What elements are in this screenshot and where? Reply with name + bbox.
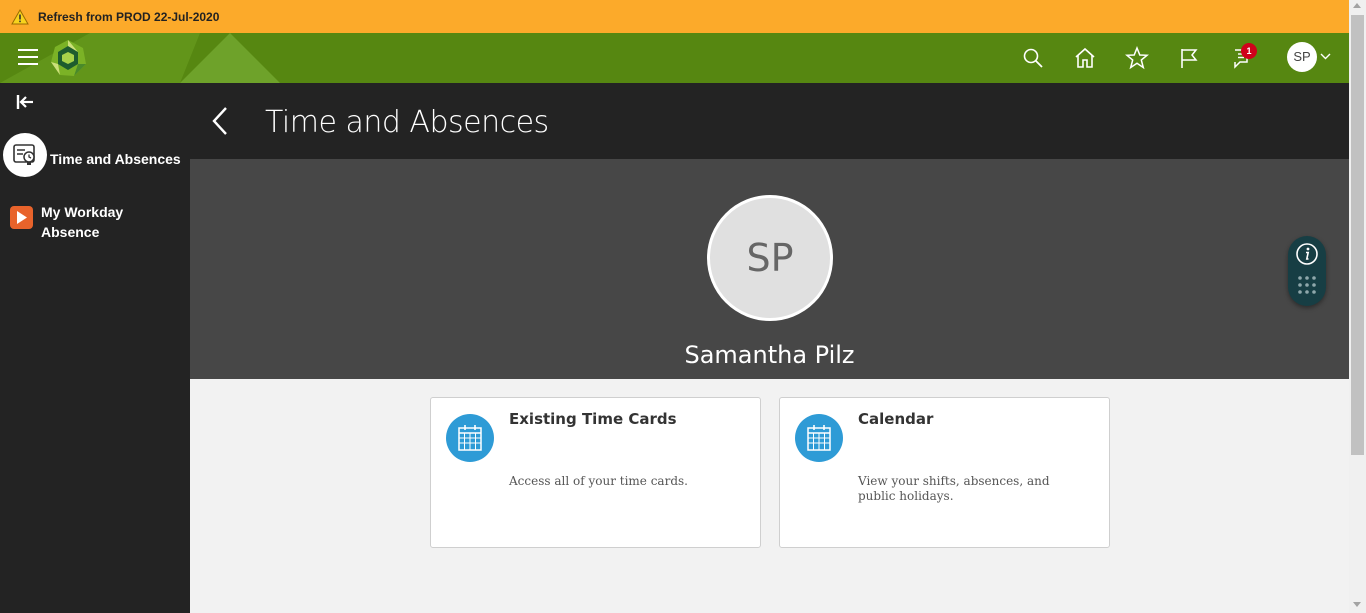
scrollbar-thumb[interactable] [1351,15,1364,455]
time-absences-icon [3,133,47,177]
scroll-down-icon[interactable] [1353,602,1361,607]
home-icon[interactable] [1073,46,1097,70]
card-calendar[interactable]: Calendar View your shifts, absences, and… [779,397,1110,548]
sidebar-item-label: Time and Absences [50,151,181,167]
scrollbar[interactable] [1349,0,1366,613]
profile-avatar: SP [707,195,833,321]
collapse-sidebar-icon[interactable] [15,93,35,111]
card-existing-time-cards[interactable]: Existing Time Cards Access all of your t… [430,397,761,548]
sidebar-item-label: My Workday Absence [41,204,124,240]
profile-name: Samantha Pilz [684,341,855,369]
calendar-icon [446,414,494,462]
help-widget [1288,236,1326,306]
back-icon[interactable] [210,105,230,137]
search-icon[interactable] [1021,46,1045,70]
page-title: Time and Absences [265,105,549,140]
card-title: Calendar [858,410,934,428]
chevron-down-icon[interactable] [1320,52,1331,60]
notification-badge: 1 [1241,43,1257,59]
star-icon[interactable] [1125,46,1149,70]
banner-text: Refresh from PROD 22-Jul-2020 [38,9,220,24]
info-icon[interactable] [1295,242,1319,266]
scroll-up-icon[interactable] [1353,3,1361,8]
sidebar: Time and Absences My Workday Absence [0,83,190,613]
workday-icon [10,206,33,229]
calendar-icon [795,414,843,462]
profile-band: SP Samantha Pilz [190,159,1349,379]
card-description: View your shifts, absences, and public h… [858,474,1050,503]
warning-icon [11,8,29,24]
alert-banner: Refresh from PROD 22-Jul-2020 [0,0,1366,33]
sidebar-item-time-absences[interactable]: Time and Absences [3,133,190,177]
apps-grid-icon[interactable] [1297,275,1317,295]
flag-icon[interactable] [1177,46,1201,70]
card-title: Existing Time Cards [509,410,677,428]
logo-icon[interactable] [48,38,88,78]
menu-icon[interactable] [18,49,38,67]
global-header: 1 SP [0,33,1349,83]
page-header: Time and Absences [190,83,1349,159]
card-description: Access all of your time cards. [509,474,688,488]
user-avatar[interactable]: SP [1287,42,1317,72]
sidebar-item-my-workday-absence[interactable]: My Workday Absence [10,201,190,245]
